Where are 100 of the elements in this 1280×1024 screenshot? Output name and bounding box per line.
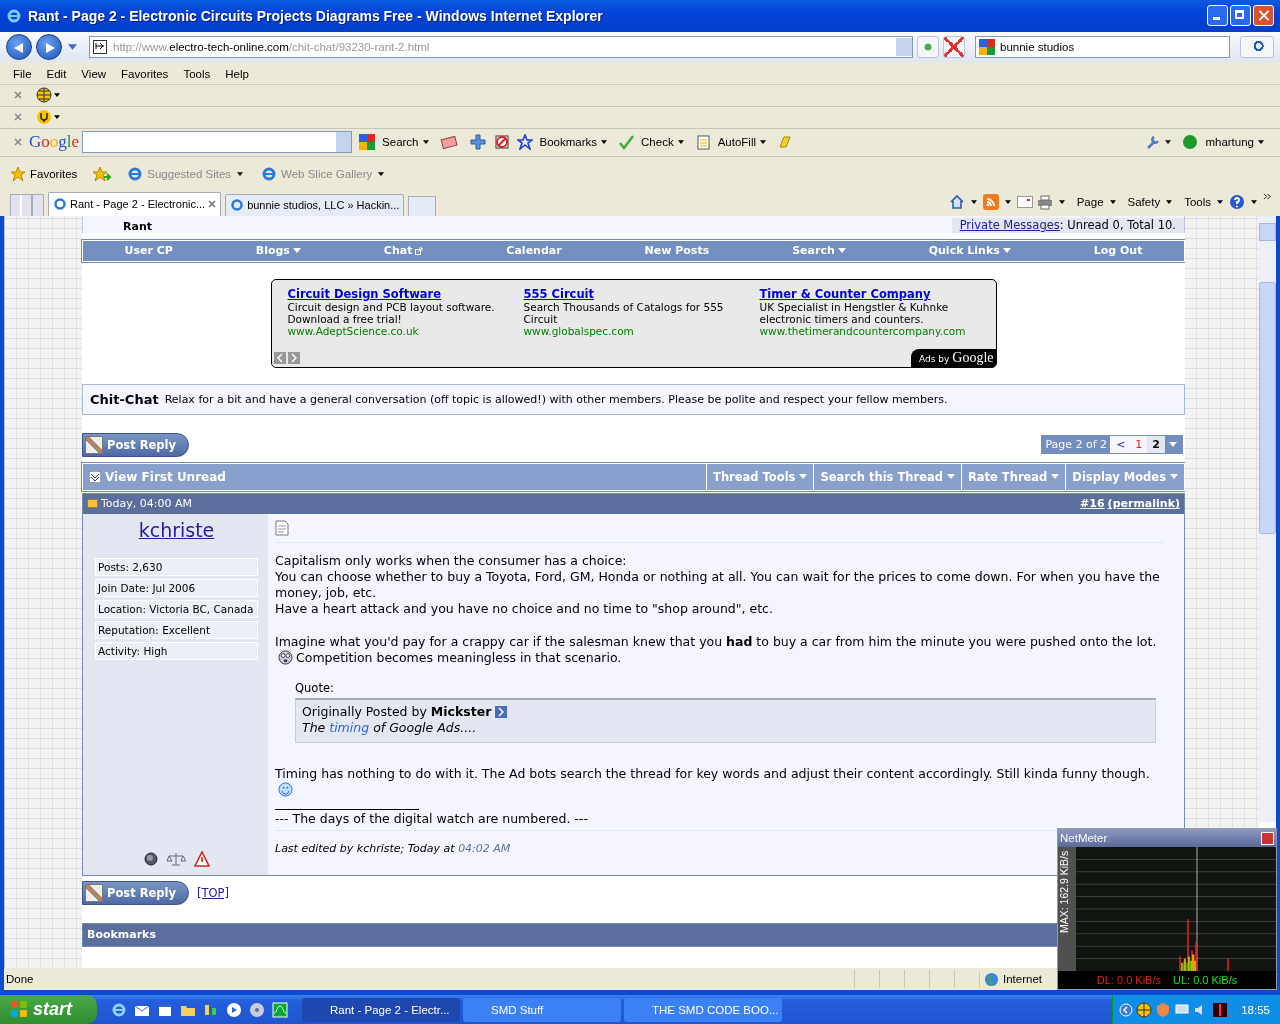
add-favorite-icon[interactable] — [93, 165, 112, 182]
top-link[interactable]: [TOP] — [197, 885, 229, 900]
menu-item[interactable]: View — [74, 67, 115, 80]
search-button[interactable]: Search — [382, 136, 419, 149]
menu-item[interactable]: Favorites — [114, 67, 177, 80]
checkmark-icon[interactable] — [618, 134, 635, 151]
caret-icon[interactable] — [1251, 200, 1257, 205]
ads-attribution[interactable]: Ads by Google — [911, 348, 996, 367]
page-menu-button[interactable] — [1165, 436, 1182, 454]
close-icon[interactable] — [14, 113, 22, 122]
ad-url-link[interactable]: www.AdeptScience.co.uk — [287, 324, 506, 337]
next-arrow-icon[interactable] — [287, 351, 300, 364]
caret-icon[interactable] — [378, 171, 385, 176]
search-button[interactable] — [1240, 35, 1274, 58]
caret-icon[interactable] — [1058, 200, 1065, 205]
post-reply-button[interactable]: Post Reply — [82, 432, 189, 457]
command-menu[interactable]: Safety — [1127, 196, 1161, 209]
caret-icon[interactable] — [1165, 140, 1172, 145]
taskbar-window-button[interactable]: THE SMD CODE BOO... — [624, 997, 782, 1022]
start-button[interactable]: start — [0, 995, 97, 1024]
media-player-icon[interactable] — [226, 1001, 242, 1018]
browser-tab[interactable]: bunnie studios, LLC » Hackin... — [225, 193, 405, 216]
status-dot-icon[interactable] — [1182, 134, 1199, 151]
chevron-icon[interactable] — [1263, 192, 1272, 200]
back-button[interactable] — [6, 33, 32, 60]
ad-title-link[interactable]: 555 Circuit — [523, 287, 742, 300]
meter-icon[interactable] — [1212, 1001, 1229, 1018]
previous-page-link[interactable]: < — [1111, 436, 1131, 454]
home-icon[interactable] — [948, 194, 965, 211]
globe-icon[interactable] — [36, 87, 52, 104]
taskbar-window-button[interactable]: SMD Stuff — [463, 997, 621, 1022]
ad-url-link[interactable]: www.thetimerandcountercompany.com — [759, 324, 978, 337]
ad-title-link[interactable]: Timer & Counter Company — [759, 287, 978, 300]
browser-icon[interactable] — [127, 165, 144, 182]
previous-arrow-icon[interactable] — [273, 351, 286, 364]
ad-url-link[interactable]: www.globalspec.com — [523, 324, 742, 337]
double-arrow-icon[interactable] — [89, 470, 101, 483]
browser-tab[interactable]: Rant - Page 2 - Electronic... — [48, 191, 222, 216]
refresh-button[interactable] — [917, 35, 939, 58]
google-search-field[interactable] — [82, 131, 353, 154]
highlighter-icon[interactable] — [777, 134, 793, 151]
notepad-icon[interactable] — [694, 134, 711, 151]
search-field[interactable]: bunnie studios — [975, 35, 1230, 58]
close-icon[interactable] — [208, 200, 217, 209]
close-icon[interactable] — [14, 91, 22, 100]
page-link[interactable]: 2 — [1147, 436, 1165, 454]
favorites-button[interactable]: Favorites — [30, 167, 78, 180]
google-icon[interactable] — [359, 134, 376, 151]
ad-title-link[interactable]: Circuit Design Software — [287, 287, 506, 300]
quote-link[interactable]: timing — [329, 719, 370, 736]
post-number-link[interactable]: #16 — [1080, 497, 1105, 511]
spell-check-button[interactable]: Check — [641, 136, 674, 149]
stop-button[interactable] — [943, 35, 965, 58]
caret-icon[interactable] — [677, 140, 684, 145]
star-icon[interactable] — [516, 134, 533, 151]
caret-icon[interactable] — [54, 93, 60, 98]
command-menu[interactable]: Page — [1076, 196, 1104, 209]
menu-item[interactable]: Help — [218, 67, 257, 80]
warning-icon[interactable] — [193, 850, 210, 867]
caret-icon[interactable] — [54, 115, 60, 120]
external-link-icon[interactable] — [415, 246, 424, 255]
plus-icon[interactable] — [468, 134, 487, 151]
caret-icon[interactable] — [1166, 200, 1173, 205]
help-icon[interactable] — [1229, 194, 1245, 211]
taskbar-window-button[interactable]: Rant - Page 2 - Electr... — [302, 997, 460, 1022]
caret-icon[interactable] — [760, 140, 766, 145]
menu-item[interactable]: Edit — [39, 67, 75, 80]
caret-icon[interactable] — [422, 140, 429, 145]
feed-icon[interactable] — [982, 194, 999, 211]
quick-tabs-button[interactable] — [10, 193, 32, 216]
close-button[interactable] — [1261, 831, 1274, 845]
windows-logo-icon[interactable] — [10, 1000, 28, 1018]
minimize-button[interactable] — [1207, 5, 1228, 27]
bookmarks-button[interactable]: Bookmarks — [539, 136, 598, 149]
caret-icon[interactable] — [601, 140, 608, 145]
caret-icon[interactable] — [1109, 200, 1116, 205]
post-reply-button[interactable]: Post Reply — [82, 880, 189, 905]
account-button[interactable]: mhartung — [1205, 136, 1254, 149]
autofill-button[interactable]: AutoFill — [717, 136, 756, 149]
page-link[interactable]: 1 — [1130, 436, 1148, 454]
browser-icon[interactable] — [261, 165, 278, 182]
browser-icon[interactable] — [111, 1001, 127, 1018]
popup-blocker-icon[interactable] — [493, 134, 510, 151]
mail-icon[interactable] — [1016, 196, 1033, 209]
caret-icon[interactable] — [1258, 140, 1264, 145]
view-post-icon[interactable] — [495, 705, 508, 718]
menu-item[interactable]: Tools — [176, 67, 219, 80]
printer-icon[interactable] — [1036, 194, 1053, 211]
menu-item[interactable]: File — [6, 67, 40, 80]
calendar-icon[interactable] — [157, 1001, 173, 1018]
permalink-link[interactable]: (permalink) — [1107, 497, 1180, 511]
disc-icon[interactable] — [249, 1001, 265, 1018]
caret-icon[interactable] — [237, 171, 244, 176]
command-menu[interactable]: Tools — [1184, 196, 1211, 209]
maximize-button[interactable] — [1230, 5, 1251, 27]
close-button[interactable] — [1253, 5, 1274, 27]
caret-icon[interactable] — [1217, 200, 1223, 205]
private-messages-link[interactable]: Private Messages — [959, 217, 1060, 232]
star-icon[interactable] — [10, 165, 26, 182]
vertical-scrollbar[interactable] — [1259, 215, 1276, 822]
